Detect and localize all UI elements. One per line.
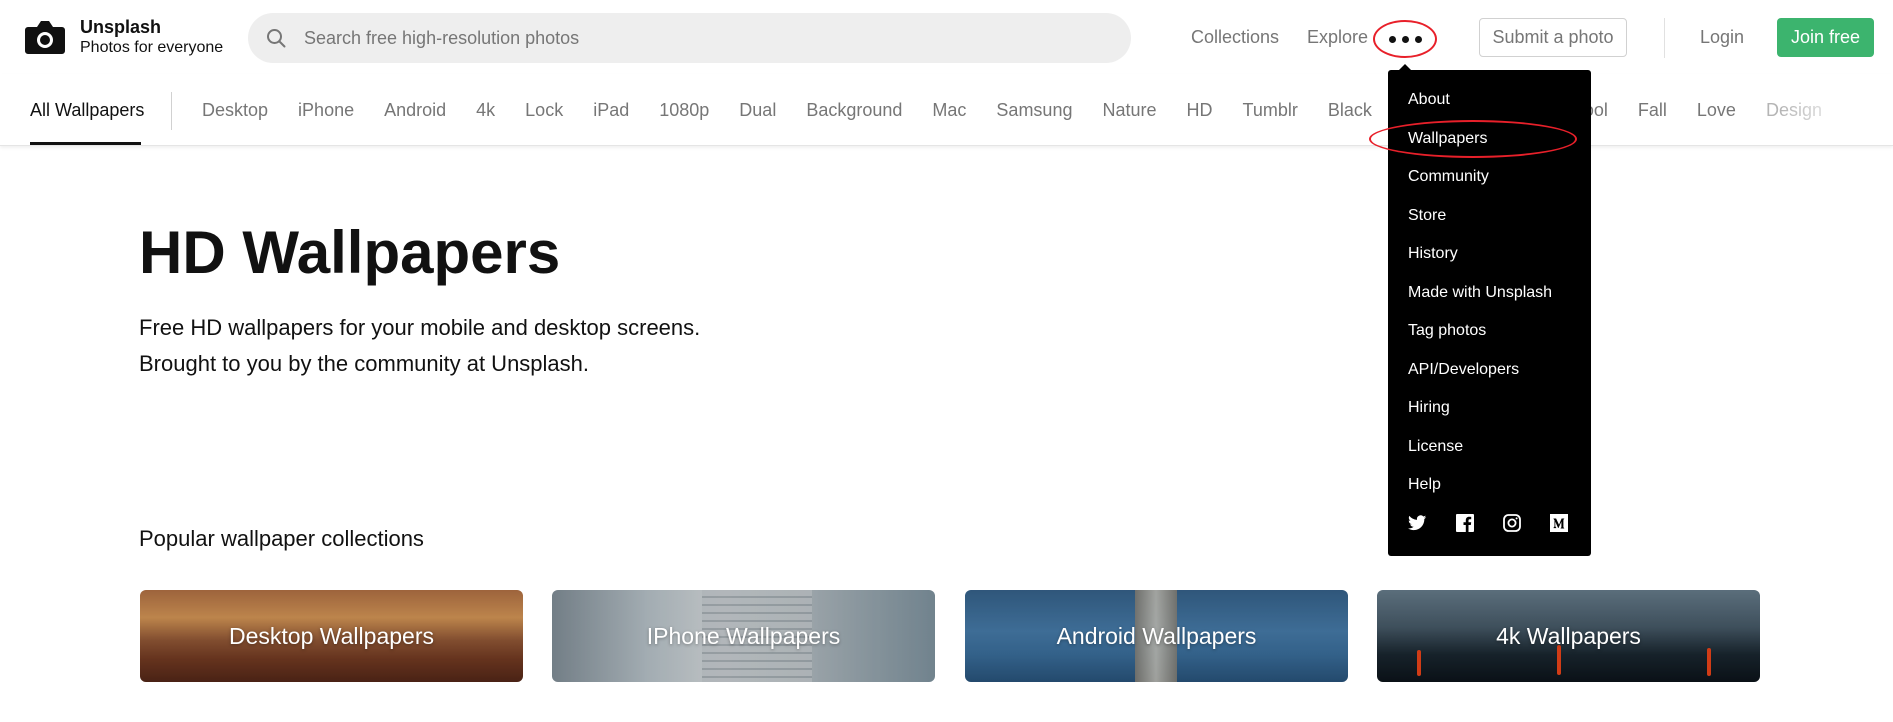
menu-item-help[interactable]: Help (1408, 475, 1441, 495)
top-navigation-bar: Unsplash Photos for everyone Collections… (0, 0, 1893, 74)
collection-card-4k[interactable]: 4k Wallpapers (1377, 590, 1760, 682)
login-link[interactable]: Login (1700, 26, 1744, 48)
more-menu-button[interactable] (1372, 20, 1438, 58)
collection-card-label: 4k Wallpapers (1496, 622, 1641, 649)
category-love[interactable]: Love (1697, 100, 1736, 121)
menu-item-license[interactable]: License (1408, 437, 1463, 457)
category-android[interactable]: Android (384, 100, 446, 121)
menu-item-made-with-unsplash[interactable]: Made with Unsplash (1408, 283, 1552, 303)
page-title: HD Wallpapers (139, 219, 561, 286)
brand[interactable]: Unsplash Photos for everyone (80, 16, 223, 58)
more-dot (1401, 35, 1409, 43)
category-black[interactable]: Black (1328, 100, 1372, 121)
category-desktop[interactable]: Desktop (202, 100, 268, 121)
social-links (1408, 513, 1568, 532)
wallpaper-category-bar: All Wallpapers Desktop iPhone Android 4k… (0, 74, 1893, 146)
medium-icon[interactable] (1549, 513, 1568, 532)
collection-card-iphone[interactable]: IPhone Wallpapers (552, 590, 935, 682)
header-divider (1664, 18, 1665, 58)
unsplash-logo-icon[interactable] (24, 18, 66, 56)
category-1080p[interactable]: 1080p (659, 100, 709, 121)
category-4k[interactable]: 4k (476, 100, 495, 121)
menu-item-api-developers[interactable]: API/Developers (1408, 360, 1519, 380)
category-fall[interactable]: Fall (1638, 100, 1667, 121)
search-bar[interactable] (248, 13, 1131, 63)
collection-card-android[interactable]: Android Wallpapers (965, 590, 1348, 682)
menu-item-history[interactable]: History (1408, 244, 1458, 264)
category-iphone[interactable]: iPhone (298, 100, 354, 121)
category-mac[interactable]: Mac (932, 100, 966, 121)
active-tab-underline (30, 142, 141, 145)
nav-collections-link[interactable]: Collections (1191, 26, 1279, 48)
join-free-button[interactable]: Join free (1777, 18, 1874, 57)
more-dropdown-menu: About Wallpapers Community Store History… (1388, 70, 1591, 556)
brand-name: Unsplash (80, 17, 162, 37)
category-nature[interactable]: Nature (1102, 100, 1156, 121)
category-hd[interactable]: HD (1187, 100, 1213, 121)
menu-item-tag-photos[interactable]: Tag photos (1408, 321, 1486, 341)
twitter-icon[interactable] (1408, 513, 1427, 532)
more-dot (1414, 35, 1422, 43)
collection-card-label: Android Wallpapers (1056, 622, 1257, 649)
category-ipad[interactable]: iPad (593, 100, 629, 121)
collection-card-label: Desktop Wallpapers (229, 622, 434, 649)
category-dual[interactable]: Dual (739, 100, 776, 121)
category-tumblr[interactable]: Tumblr (1243, 100, 1298, 121)
brand-tagline: Photos for everyone (80, 39, 224, 56)
category-divider (171, 92, 172, 130)
facebook-icon[interactable] (1455, 513, 1474, 532)
description-line-2: Brought to you by the community at Unspl… (139, 351, 590, 376)
category-lock[interactable]: Lock (525, 100, 563, 121)
tab-all-wallpapers[interactable]: All Wallpapers (30, 74, 144, 145)
category-background[interactable]: Background (806, 100, 902, 121)
category-fade-overlay (1780, 74, 1893, 145)
collection-card-label: IPhone Wallpapers (646, 622, 841, 649)
instagram-icon[interactable] (1502, 513, 1521, 532)
menu-item-wallpapers[interactable]: Wallpapers (1408, 129, 1487, 149)
menu-item-hiring[interactable]: Hiring (1408, 398, 1450, 418)
menu-item-community[interactable]: Community (1408, 167, 1489, 187)
page-description: Free HD wallpapers for your mobile and d… (139, 310, 839, 382)
category-samsung[interactable]: Samsung (996, 100, 1072, 121)
search-input[interactable] (304, 27, 1104, 49)
search-icon (267, 29, 286, 48)
nav-explore-link[interactable]: Explore (1307, 26, 1368, 48)
menu-item-about[interactable]: About (1408, 90, 1450, 110)
more-dots-icon (1388, 35, 1396, 43)
submit-photo-button[interactable]: Submit a photo (1479, 18, 1627, 57)
collections-section-title: Popular wallpaper collections (139, 526, 424, 551)
menu-item-store[interactable]: Store (1408, 206, 1446, 226)
collection-card-desktop[interactable]: Desktop Wallpapers (140, 590, 523, 682)
description-line-1: Free HD wallpapers for your mobile and d… (139, 315, 701, 340)
